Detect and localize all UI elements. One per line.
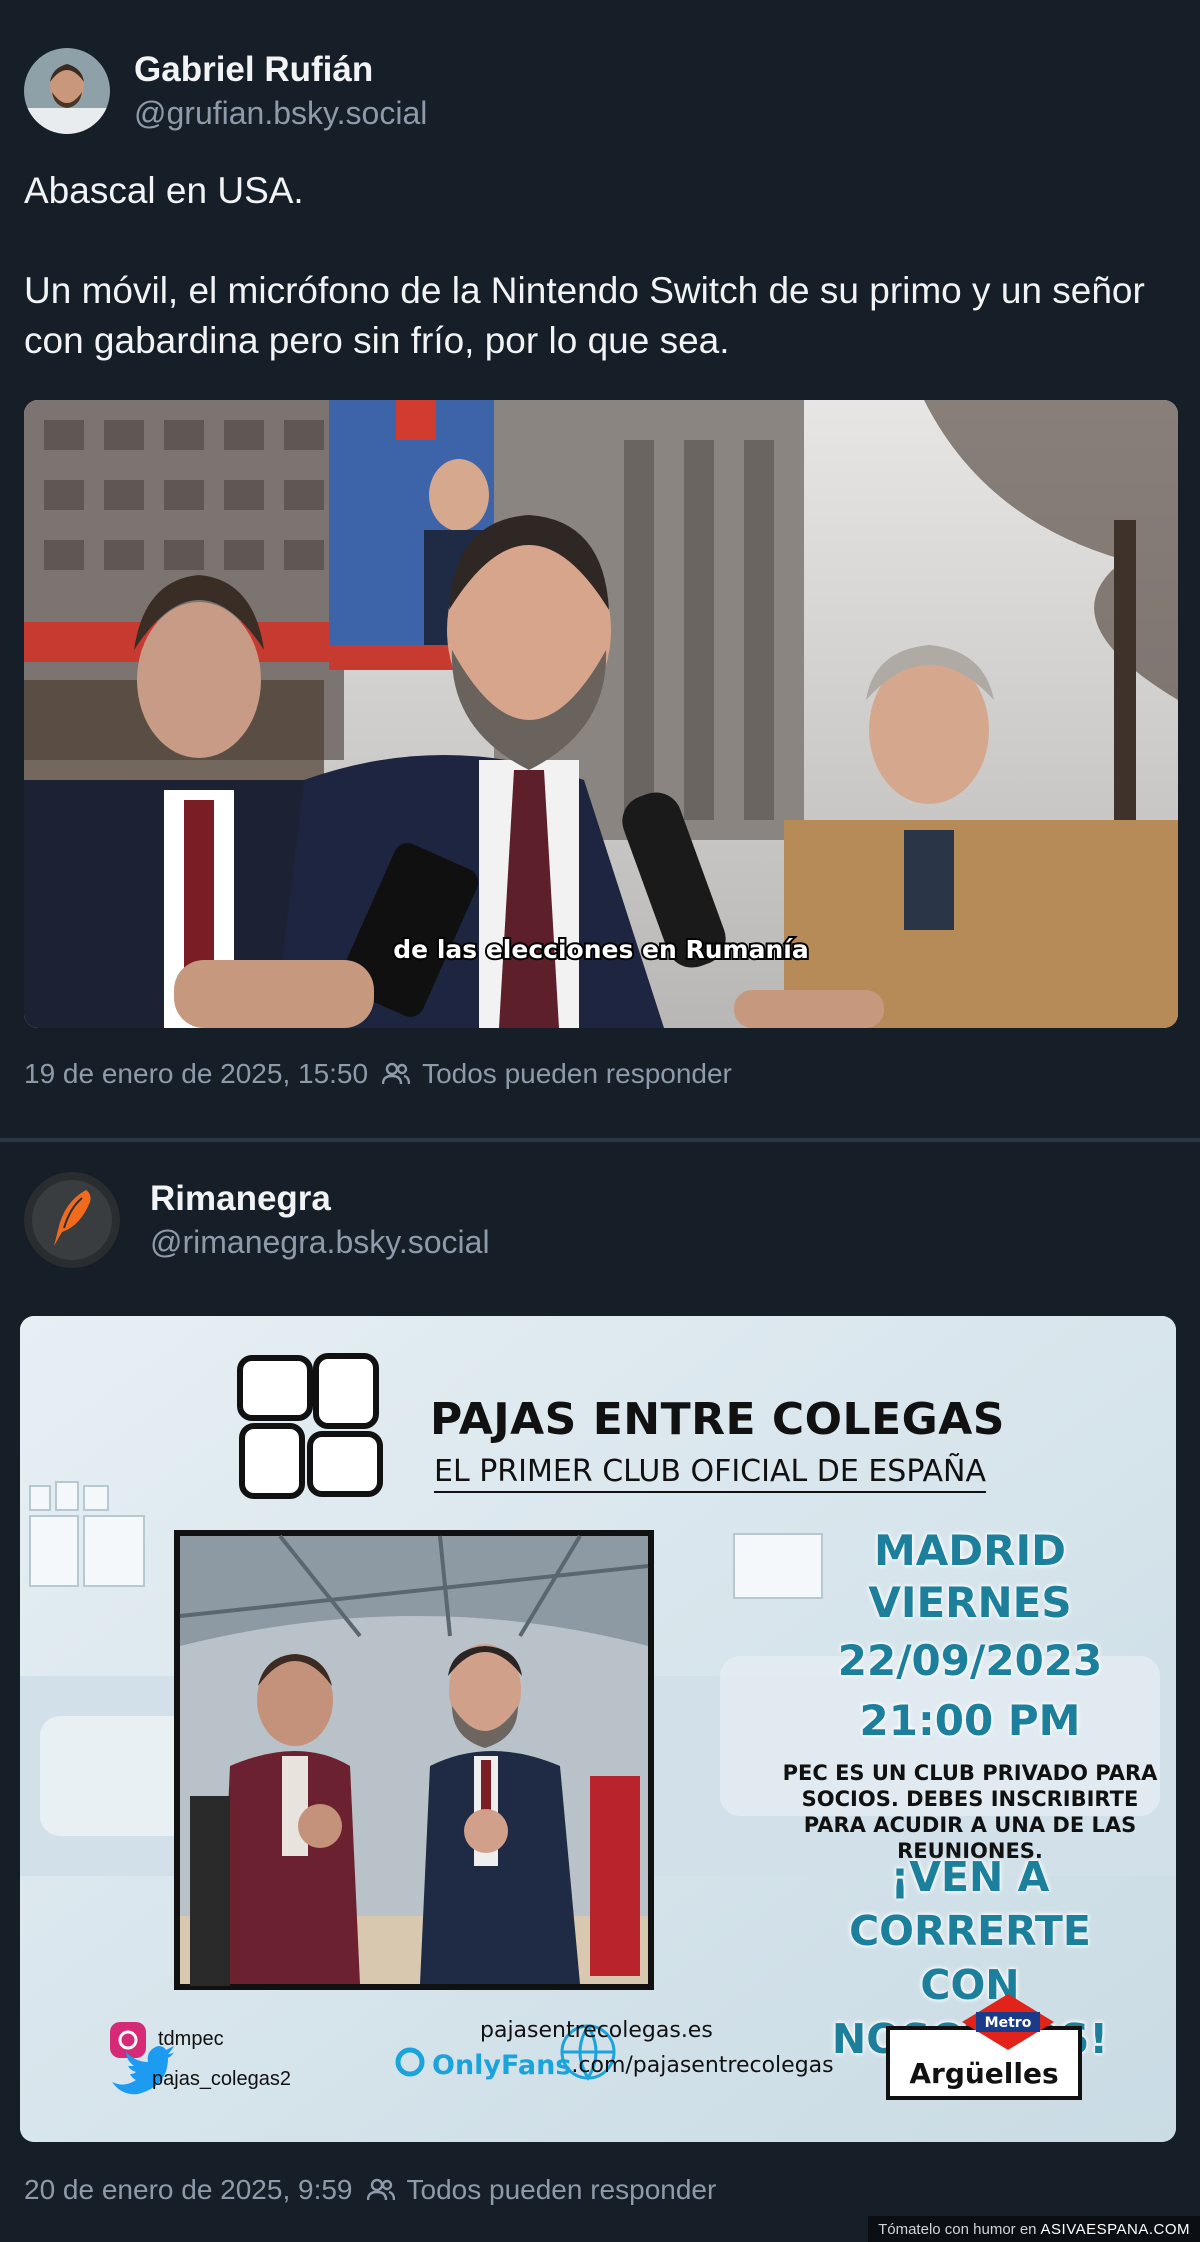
poster-subtitle: EL PRIMER CLUB OFICIAL DE ESPAÑA [434,1454,986,1493]
post-text: Abascal en USA. Un móvil, el micrófono d… [24,166,1184,366]
post-author[interactable]: Gabriel Rufián @grufian.bsky.social [24,48,427,134]
author-name[interactable]: Gabriel Rufián [134,48,427,92]
post-meta: 20 de enero de 2025, 9:59 Todos pueden r… [24,2174,716,2206]
poster-title: PAJAS ENTRE COLEGAS [430,1394,1005,1445]
event-day: VIERNES [868,1578,1072,1627]
watermark[interactable]: Tómatelo con humor en ASIVAESPANA.COM [868,2216,1200,2242]
post-timestamp[interactable]: 20 de enero de 2025, 9:59 [24,2174,353,2206]
metro-station: Argüelles [909,2057,1059,2090]
post-timestamp[interactable]: 19 de enero de 2025, 15:50 [24,1058,368,1090]
author-handle[interactable]: @grufian.bsky.social [134,92,427,134]
post-paragraph: Abascal en USA. [24,170,304,211]
watermark-prefix: Tómatelo con humor en [878,2220,1037,2238]
metro-label: Metro [985,2015,1032,2031]
instagram-handle: tdmpec [158,2028,224,2050]
reply-setting: Todos pueden responder [406,2174,717,2205]
post-meta: 19 de enero de 2025, 15:50 Todos pueden … [24,1058,732,1090]
post-paragraph: Un móvil, el micrófono de la Nintendo Sw… [24,270,1145,361]
metro-logo-icon: Metro [962,1994,1054,2050]
onlyfans-path: .com/pajasentrecolegas [571,2053,834,2078]
post-card[interactable]: Gabriel Rufián @grufian.bsky.social Abas… [0,0,1200,1138]
author-name[interactable]: Rimanegra [150,1177,490,1221]
twitter-handle: pajas_colegas2 [152,2068,291,2090]
avatar[interactable] [24,48,110,134]
instagram-icon [110,2022,146,2058]
post-author[interactable]: Rimanegra @rimanegra.bsky.social [24,1172,490,1268]
video-caption: de las elecciones en Rumanía [393,935,808,964]
poster-website: pajasentrecolegas.es [480,2018,713,2043]
reply-setting: Todos pueden responder [422,1058,732,1089]
event-note: PEC ES UN CLUB PRIVADO PARA SOCIOS. DEBE… [782,1761,1158,1863]
event-date: 22/09/2023 [837,1636,1103,1685]
users-icon [382,1062,411,1086]
onlyfans-link: OnlyFans .com/pajasentrecolegas [432,2050,834,2081]
event-cta-line: ¡VEN A CORRERTE [849,1853,1091,1955]
watermark-brand[interactable]: ASIVAESPANA.COM [1041,2221,1190,2238]
post-image[interactable]: PAJAS ENTRE COLEGAS EL PRIMER CLUB OFICI… [20,1316,1176,2142]
users-icon [366,2178,395,2202]
event-time: 21:00 PM [859,1696,1081,1745]
post-image[interactable]: de las elecciones en Rumanía [24,400,1178,1028]
avatar[interactable] [24,1172,120,1268]
author-handle[interactable]: @rimanegra.bsky.social [150,1221,490,1263]
event-city: MADRID [874,1526,1066,1575]
post-card[interactable]: Rimanegra @rimanegra.bsky.social PAJAS E… [0,1142,1200,2242]
onlyfans-brand: OnlyFans [432,2050,572,2081]
